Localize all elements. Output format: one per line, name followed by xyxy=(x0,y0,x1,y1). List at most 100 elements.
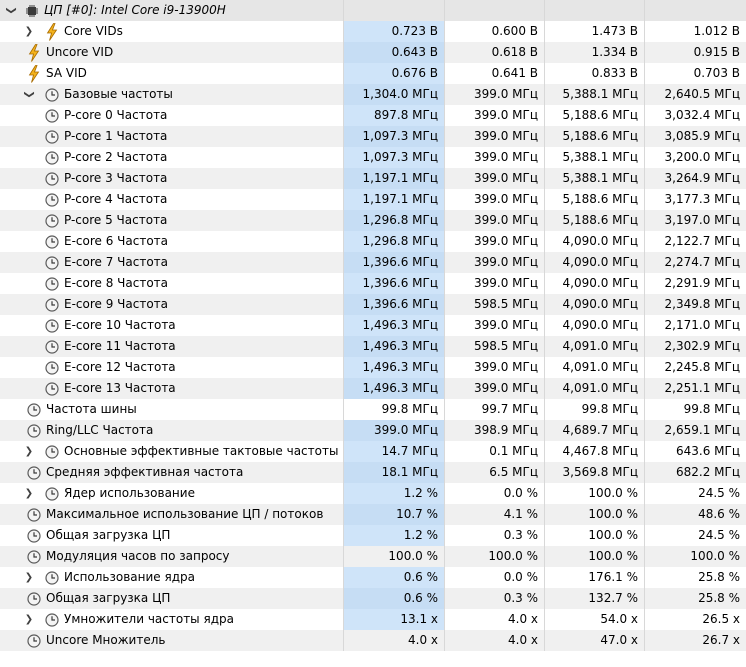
current-value: 897.8 МГц xyxy=(343,105,444,126)
avg-value: 100.0 % xyxy=(644,546,746,567)
sensor-row[interactable]: P-core 0 Частота 897.8 МГц 399.0 МГц 5,188.… xyxy=(0,105,746,126)
sensor-row[interactable]: Частота шины 99.8 МГц 99.7 МГц 99.8 МГц 99.8… xyxy=(0,399,746,420)
sensor-row[interactable]: ❯ Умножители частоты ядра 13.1 x 4.0 x 54.0 … xyxy=(0,609,746,630)
min-value: 399.0 МГц xyxy=(444,231,544,252)
sensor-row[interactable]: Uncore VID 0.643 В 0.618 В 1.334 В 0.915 В xyxy=(0,42,746,63)
clock-icon xyxy=(44,252,60,273)
min-value: 399.0 МГц xyxy=(444,84,544,105)
sensor-label: Общая загрузка ЦП xyxy=(46,591,171,605)
collapse-chevron-icon[interactable]: ❯ xyxy=(4,0,18,21)
sensor-name-cell: Общая загрузка ЦП xyxy=(0,588,343,609)
clock-icon xyxy=(44,84,60,105)
sensor-row[interactable]: ❯ Базовые частоты 1,304.0 МГц 399.0 МГц 5,38… xyxy=(0,84,746,105)
sensor-name-cell: P-core 3 Частота xyxy=(0,168,343,189)
sensor-name-cell: ❯ Использование ядра xyxy=(0,567,343,588)
sensor-row[interactable]: ❯ Ядер использование 1.2 % 0.0 % 100.0 % 24.5… xyxy=(0,483,746,504)
sensor-name-cell: Uncore Множитель xyxy=(0,630,343,651)
avg-value: 643.6 МГц xyxy=(644,441,746,462)
sensor-row[interactable]: Средняя эффективная частота 18.1 МГц 6.5 М… xyxy=(0,462,746,483)
sensor-row[interactable]: ❯ Использование ядра 0.6 % 0.0 % 176.1 % 25.8… xyxy=(0,567,746,588)
max-value: 4,090.0 МГц xyxy=(544,315,644,336)
max-value: 132.7 % xyxy=(544,588,644,609)
sensor-row[interactable]: E-core 7 Частота 1,396.6 МГц 399.0 МГц 4,09… xyxy=(0,252,746,273)
sensor-row[interactable]: E-core 12 Частота 1,496.3 МГц 399.0 МГц 4,0… xyxy=(0,357,746,378)
clock-icon xyxy=(44,273,60,294)
sensor-row[interactable]: Uncore Множитель 4.0 x 4.0 x 47.0 x 26.7 x xyxy=(0,630,746,651)
sensor-row[interactable]: E-core 8 Частота 1,396.6 МГц 399.0 МГц 4,09… xyxy=(0,273,746,294)
min-value: 0.1 МГц xyxy=(444,441,544,462)
sensor-name-cell: ❯ Базовые частоты xyxy=(0,84,343,105)
sensor-row[interactable]: Ring/LLC Частота 399.0 МГц 398.9 МГц 4,689.… xyxy=(0,420,746,441)
current-value: 1,496.3 МГц xyxy=(343,336,444,357)
clock-icon xyxy=(44,441,60,462)
sensor-row[interactable]: Общая загрузка ЦП 0.6 % 0.3 % 132.7 % 25.8 % xyxy=(0,588,746,609)
avg-value: 0.703 В xyxy=(644,63,746,84)
max-value: 4,091.0 МГц xyxy=(544,357,644,378)
expand-chevron-icon[interactable]: ❯ xyxy=(22,567,36,588)
current-value: 100.0 % xyxy=(343,546,444,567)
min-value: 598.5 МГц xyxy=(444,294,544,315)
sensor-label: Использование ядра xyxy=(64,570,195,584)
current-value: 14.7 МГц xyxy=(343,441,444,462)
voltage-icon xyxy=(44,21,60,42)
max-value: 5,188.6 МГц xyxy=(544,105,644,126)
sensor-row[interactable]: E-core 9 Частота 1,396.6 МГц 598.5 МГц 4,09… xyxy=(0,294,746,315)
sensor-label: SA VID xyxy=(46,66,87,80)
sensor-name-cell: E-core 12 Частота xyxy=(0,357,343,378)
device-header-row[interactable]: ❯ ЦП [#0]: Intel Core i9-13900H xyxy=(0,0,746,21)
sensor-row[interactable]: P-core 4 Частота 1,197.1 МГц 399.0 МГц 5,18… xyxy=(0,189,746,210)
sensor-label: Частота шины xyxy=(46,402,137,416)
sensor-row[interactable]: E-core 11 Частота 1,496.3 МГц 598.5 МГц 4,0… xyxy=(0,336,746,357)
sensor-label: Средняя эффективная частота xyxy=(46,465,244,479)
sensor-name-cell: Максимальное использование ЦП / потоков xyxy=(0,504,343,525)
sensor-row[interactable]: Общая загрузка ЦП 1.2 % 0.3 % 100.0 % 24.5 % xyxy=(0,525,746,546)
avg-value: 1.012 В xyxy=(644,21,746,42)
sensor-row[interactable]: E-core 10 Частота 1,496.3 МГц 399.0 МГц 4,0… xyxy=(0,315,746,336)
sensor-label: E-core 9 Частота xyxy=(64,297,169,311)
sensor-row[interactable]: P-core 5 Частота 1,296.8 МГц 399.0 МГц 5,18… xyxy=(0,210,746,231)
sensor-tree: ❯ ЦП [#0]: Intel Core i9-13900H ❯ Core VIDs… xyxy=(0,0,746,651)
sensor-label: Ядер использование xyxy=(64,486,195,500)
avg-value: 2,122.7 МГц xyxy=(644,231,746,252)
sensor-name-cell: Общая загрузка ЦП xyxy=(0,525,343,546)
clock-icon xyxy=(26,546,42,567)
max-value: 100.0 % xyxy=(544,483,644,504)
sensor-row[interactable]: SA VID 0.676 В 0.641 В 0.833 В 0.703 В xyxy=(0,63,746,84)
min-value: 598.5 МГц xyxy=(444,336,544,357)
sensor-row[interactable]: E-core 13 Частота 1,496.3 МГц 399.0 МГц 4,0… xyxy=(0,378,746,399)
sensor-row[interactable]: Модуляция часов по запросу 100.0 % 100.0 %… xyxy=(0,546,746,567)
sensor-row[interactable]: ❯ Основные эффективные тактовые частоты 14… xyxy=(0,441,746,462)
max-value: 47.0 x xyxy=(544,630,644,651)
sensor-label: E-core 6 Частота xyxy=(64,234,169,248)
clock-icon xyxy=(26,462,42,483)
min-value: 399.0 МГц xyxy=(444,357,544,378)
sensor-label: P-core 0 Частота xyxy=(64,108,168,122)
sensor-row[interactable]: Максимальное использование ЦП / потоков 1… xyxy=(0,504,746,525)
max-value: 176.1 % xyxy=(544,567,644,588)
max-value: 54.0 x xyxy=(544,609,644,630)
collapse-chevron-icon[interactable]: ❯ xyxy=(22,84,36,105)
sensor-row[interactable]: P-core 3 Частота 1,197.1 МГц 399.0 МГц 5,38… xyxy=(0,168,746,189)
sensor-name-cell: E-core 11 Частота xyxy=(0,336,343,357)
current-value: 1,296.8 МГц xyxy=(343,210,444,231)
sensor-row[interactable]: E-core 6 Частота 1,296.8 МГц 399.0 МГц 4,09… xyxy=(0,231,746,252)
sensor-name-cell: Средняя эффективная частота xyxy=(0,462,343,483)
current-value: 1,496.3 МГц xyxy=(343,357,444,378)
current-value xyxy=(343,0,444,21)
sensor-row[interactable]: P-core 2 Частота 1,097.3 МГц 399.0 МГц 5,38… xyxy=(0,147,746,168)
min-value: 4.1 % xyxy=(444,504,544,525)
avg-value: 2,659.1 МГц xyxy=(644,420,746,441)
expand-chevron-icon[interactable]: ❯ xyxy=(22,21,36,42)
sensor-name-cell: SA VID xyxy=(0,63,343,84)
clock-icon xyxy=(26,399,42,420)
clock-icon xyxy=(44,105,60,126)
max-value: 100.0 % xyxy=(544,504,644,525)
min-value: 399.0 МГц xyxy=(444,126,544,147)
min-value: 0.600 В xyxy=(444,21,544,42)
expand-chevron-icon[interactable]: ❯ xyxy=(22,483,36,504)
sensor-row[interactable]: P-core 1 Частота 1,097.3 МГц 399.0 МГц 5,18… xyxy=(0,126,746,147)
sensor-row[interactable]: ❯ Core VIDs 0.723 В 0.600 В 1.473 В 1.012 В xyxy=(0,21,746,42)
expand-chevron-icon[interactable]: ❯ xyxy=(22,609,36,630)
expand-chevron-icon[interactable]: ❯ xyxy=(22,441,36,462)
sensor-name-cell: Частота шины xyxy=(0,399,343,420)
